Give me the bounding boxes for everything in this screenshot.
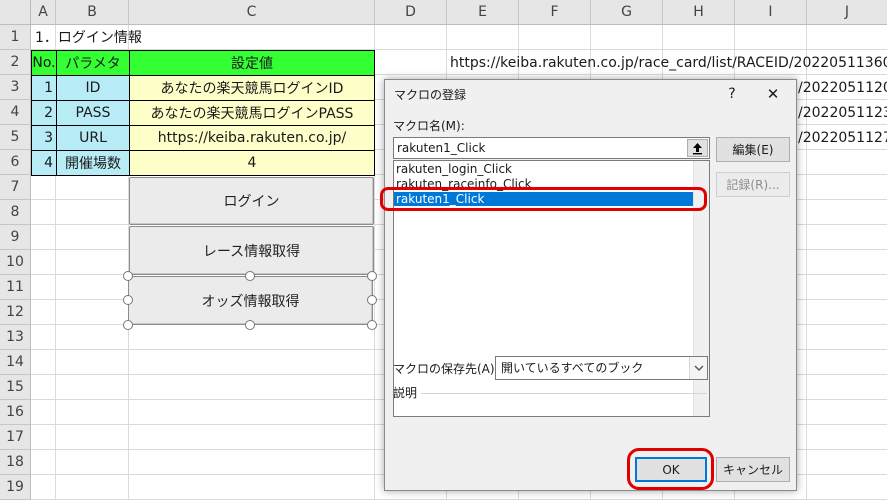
row-header[interactable]: 4 [0,100,31,125]
row-header[interactable]: 6 [0,150,31,175]
cell-value[interactable]: あなたの楽天競馬ログインPASS [129,100,375,126]
odds-info-button[interactable]: オッズ情報取得 [128,276,373,325]
dropdown-button[interactable] [689,357,707,379]
cell-no[interactable]: 2 [31,100,57,126]
resize-handle[interactable] [123,295,133,305]
cancel-button[interactable]: キャンセル [716,457,790,482]
race-info-button[interactable]: レース情報取得 [129,226,374,275]
row-header[interactable]: 1 [0,25,31,50]
row-header[interactable]: 19 [0,475,31,500]
row-header[interactable]: 9 [0,225,31,250]
url-cell[interactable]: /20220511232 [798,102,887,124]
column-header-d[interactable]: D [375,0,447,25]
row-header[interactable]: 14 [0,350,31,375]
edit-button[interactable]: 編集(E) [716,137,790,162]
cell-param[interactable]: 開催場数 [56,150,130,176]
chevron-down-icon [694,365,704,371]
cell-no[interactable]: 1 [31,75,57,101]
row-header[interactable]: 13 [0,325,31,350]
row-header[interactable]: 16 [0,400,31,425]
store-location-label: マクロの保存先(A): [393,362,499,376]
dialog-title: マクロの登録 [394,88,467,102]
description-label: 説明 [393,386,418,400]
column-header-j[interactable]: J [807,0,887,25]
description-separator [421,393,707,394]
row-header[interactable]: 17 [0,425,31,450]
resize-handle[interactable] [245,320,255,330]
row-header[interactable]: 5 [0,125,31,150]
cell-value[interactable]: 4 [129,150,375,176]
row-header[interactable]: 3 [0,75,31,100]
row-header[interactable]: 7 [0,175,31,200]
row-header[interactable]: 8 [0,200,31,225]
resize-handle[interactable] [245,271,255,281]
header-param[interactable]: パラメタ [56,50,130,76]
macro-name-value: rakuten1_Click [397,141,486,155]
store-location-value: 開いているすべてのブック [501,361,644,375]
cell-no[interactable]: 4 [31,150,57,176]
cell-value[interactable]: https://keiba.rakuten.co.jp/ [129,125,375,151]
header-value[interactable]: 設定値 [129,50,375,76]
macro-name-input[interactable]: rakuten1_Click [393,137,710,159]
column-header-c[interactable]: C [129,0,375,25]
column-header-b[interactable]: B [56,0,129,25]
row-header[interactable]: 12 [0,300,31,325]
cell-param[interactable]: ID [56,75,130,101]
row-header[interactable]: 2 [0,50,31,75]
cell-value[interactable]: あなたの楽天競馬ログインID [129,75,375,101]
cell-no[interactable]: 3 [31,125,57,151]
upload-arrow-icon [693,143,702,155]
column-header-g[interactable]: G [591,0,663,25]
help-button[interactable]: ? [725,84,739,104]
column-header-h[interactable]: H [663,0,735,25]
assign-macro-dialog: マクロの登録 ? ✕ マクロ名(M): rakuten1_Click rakut… [384,79,797,491]
column-header-f[interactable]: F [519,0,591,25]
url-cell[interactable]: /20220511272 [798,127,887,149]
resize-handle[interactable] [123,320,133,330]
macro-name-label: マクロ名(M): [393,119,465,133]
highlight-selected-macro [380,187,707,211]
login-button[interactable]: ログイン [129,177,374,225]
column-header-e[interactable]: E [447,0,519,25]
record-button[interactable]: 記録(R)... [716,172,790,197]
macro-list-item[interactable]: rakuten_login_Click [394,162,692,176]
header-no[interactable]: No. [31,50,57,76]
resize-handle[interactable] [367,320,377,330]
collapse-button[interactable] [687,139,708,157]
url-cell[interactable]: /20220511201 [798,77,887,99]
row-header[interactable]: 11 [0,275,31,300]
row-header[interactable]: 15 [0,375,31,400]
cell-param[interactable]: URL [56,125,130,151]
url-cell[interactable]: https://keiba.rakuten.co.jp/race_card/li… [450,52,887,74]
cell-a1-title[interactable]: 1．ログイン情報 [35,27,142,49]
column-header-a[interactable]: A [31,0,56,25]
store-location-select[interactable]: 開いているすべてのブック [495,356,708,380]
cell-param[interactable]: PASS [56,100,130,126]
column-header-i[interactable]: I [735,0,807,25]
row-header[interactable]: 18 [0,450,31,475]
row-header[interactable]: 10 [0,250,31,275]
close-icon[interactable]: ✕ [762,83,784,105]
resize-handle[interactable] [123,271,133,281]
resize-handle[interactable] [367,271,377,281]
resize-handle[interactable] [367,295,377,305]
highlight-ok-button [627,448,714,490]
select-all-corner[interactable] [0,0,31,25]
